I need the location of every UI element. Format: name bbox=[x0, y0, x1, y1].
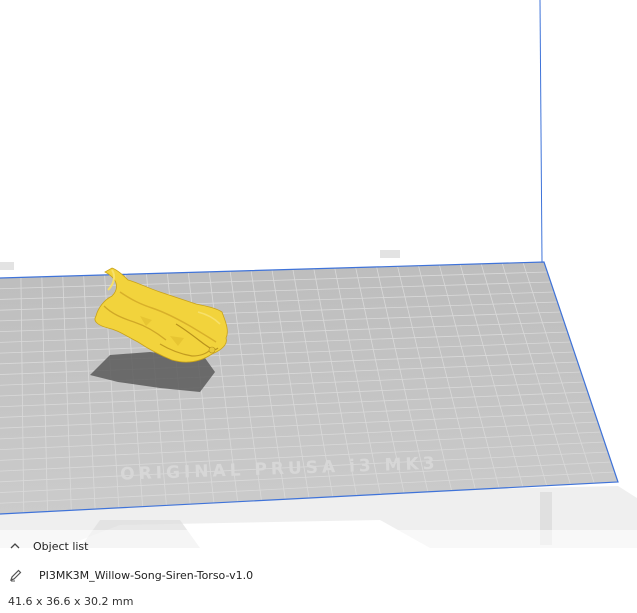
object-list-panel: Object list PI3MK3M_Willow-Song-Siren-To… bbox=[0, 530, 637, 613]
object-name: PI3MK3M_Willow-Song-Siren-Torso-v1.0 bbox=[39, 568, 254, 582]
object-list-item[interactable]: PI3MK3M_Willow-Song-Siren-Torso-v1.0 bbox=[8, 567, 253, 583]
pencil-icon[interactable] bbox=[8, 568, 22, 582]
build-volume-edge bbox=[539, 0, 543, 263]
build-plate-scene: ORIGINAL PRUSA i3 MK3 bbox=[0, 0, 637, 548]
object-dimensions: 41.6 x 36.6 x 30.2 mm bbox=[8, 594, 134, 608]
object-list-header[interactable]: Object list bbox=[8, 538, 88, 554]
3d-viewport[interactable]: ORIGINAL PRUSA i3 MK3 bbox=[0, 0, 637, 613]
object-list-title: Object list bbox=[33, 539, 89, 553]
chevron-up-icon[interactable] bbox=[8, 539, 22, 553]
